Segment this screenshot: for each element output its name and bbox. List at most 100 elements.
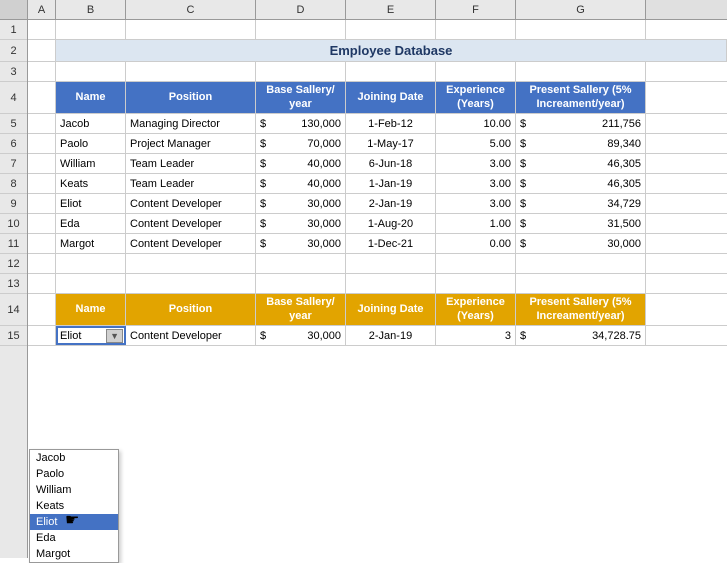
cell-c1 [126,20,256,39]
header2-position: Position [126,294,256,325]
row-num-10: 10 [0,214,27,234]
cell-a14 [28,294,56,325]
cell-d15: $ 30,000 [256,326,346,345]
cell-e9: 2-Jan-19 [346,194,436,213]
cell-a9 [28,194,56,213]
cell-g5: $ 211,756 [516,114,646,133]
cell-e6: 1-May-17 [346,134,436,153]
cell-f15: 3 [436,326,516,345]
col-header-e: E [346,0,436,19]
row-11: Margot Content Developer $ 30,000 1-Dec-… [28,234,727,254]
cell-g7: $ 46,305 [516,154,646,173]
cell-g11: $ 30,000 [516,234,646,253]
cell-a13 [28,274,56,293]
cell-a5 [28,114,56,133]
cell-e1 [346,20,436,39]
cell-f3 [436,62,516,81]
header2-name: Name [56,294,126,325]
cell-b10: Eda [56,214,126,233]
cell-f7: 3.00 [436,154,516,173]
cell-b15-name[interactable]: Eliot ▼ [56,326,126,345]
dropdown-item-eda[interactable]: Eda [30,530,118,546]
header2-experience: Experience (Years) [436,294,516,325]
cell-a11 [28,234,56,253]
row-4-headers: Name Position Base Sallery/ year Joining… [28,82,727,114]
row-num-9: 9 [0,194,27,214]
cell-b3 [56,62,126,81]
row-10: Eda Content Developer $ 30,000 1-Aug-20 … [28,214,727,234]
row-num-12: 12 [0,254,27,274]
row-1 [28,20,727,40]
header-experience: Experience (Years) [436,82,516,113]
cell-g9: $ 34,729 [516,194,646,213]
cell-a6 [28,134,56,153]
cell-f6: 5.00 [436,134,516,153]
col-header-c: C [126,0,256,19]
row-14-headers: Name Position Base Sallery/ year Joining… [28,294,727,326]
cell-b6: Paolo [56,134,126,153]
cell-e8: 1-Jan-19 [346,174,436,193]
dropdown-item-eliot[interactable]: Eliot [30,514,118,530]
cell-d5: $ 130,000 [256,114,346,133]
header-base-salary: Base Sallery/ year [256,82,346,113]
row-num-5: 5 [0,114,27,134]
dropdown-item-keats[interactable]: Keats [30,498,118,514]
cell-e11: 1-Dec-21 [346,234,436,253]
row-num-11: 11 [0,234,27,254]
cell-c11: Content Developer [126,234,256,253]
cell-c9: Content Developer [126,194,256,213]
cell-c7: Team Leader [126,154,256,173]
cell-e3 [346,62,436,81]
row-num-4: 4 [0,82,27,114]
row-3 [28,62,727,82]
cell-a2 [28,40,56,61]
cell-f13 [436,274,516,293]
row-15: Eliot ▼ Content Developer $ 30,000 2-Jan… [28,326,727,346]
cell-f5: 10.00 [436,114,516,133]
row-13 [28,274,727,294]
cell-b13 [56,274,126,293]
cell-b11: Margot [56,234,126,253]
header-position: Position [126,82,256,113]
cell-d10: $ 30,000 [256,214,346,233]
cell-c15: Content Developer [126,326,256,345]
cell-f10: 1.00 [436,214,516,233]
cell-d11: $ 30,000 [256,234,346,253]
row-5: Jacob Managing Director $ 130,000 1-Feb-… [28,114,727,134]
dropdown-item-paolo[interactable]: Paolo [30,466,118,482]
cell-f12 [436,254,516,273]
name-dropdown[interactable]: Jacob Paolo William Keats Eliot Eda Marg… [29,449,119,563]
cell-f1 [436,20,516,39]
header-name: Name [56,82,126,113]
cell-d8: $ 40,000 [256,174,346,193]
cell-d7: $ 40,000 [256,154,346,173]
cell-e10: 1-Aug-20 [346,214,436,233]
cell-d3 [256,62,346,81]
cell-d12 [256,254,346,273]
row-num-6: 6 [0,134,27,154]
row-8: Keats Team Leader $ 40,000 1-Jan-19 3.00… [28,174,727,194]
row-num-2: 2 [0,40,27,62]
col-header-d: D [256,0,346,19]
cell-g13 [516,274,646,293]
dropdown-item-margot[interactable]: Margot [30,546,118,562]
header-present-salary: Present Sallery (5% Increament/year) [516,82,646,113]
row-num-7: 7 [0,154,27,174]
cell-g12 [516,254,646,273]
header-joining-date: Joining Date [346,82,436,113]
row-9: Eliot Content Developer $ 30,000 2-Jan-1… [28,194,727,214]
row-numbers: 1 2 3 4 5 6 7 8 9 10 11 12 13 14 15 [0,20,28,558]
cell-f9: 3.00 [436,194,516,213]
cell-a7 [28,154,56,173]
cell-c6: Project Manager [126,134,256,153]
row-6: Paolo Project Manager $ 70,000 1-May-17 … [28,134,727,154]
cell-g10: $ 31,500 [516,214,646,233]
row-num-15: 15 [0,326,27,346]
cell-d1 [256,20,346,39]
cell-a3 [28,62,56,81]
dropdown-item-william[interactable]: William [30,482,118,498]
dropdown-item-jacob[interactable]: Jacob [30,450,118,466]
cell-b5: Jacob [56,114,126,133]
row-num-3: 3 [0,62,27,82]
dropdown-arrow-icon[interactable]: ▼ [106,329,123,343]
